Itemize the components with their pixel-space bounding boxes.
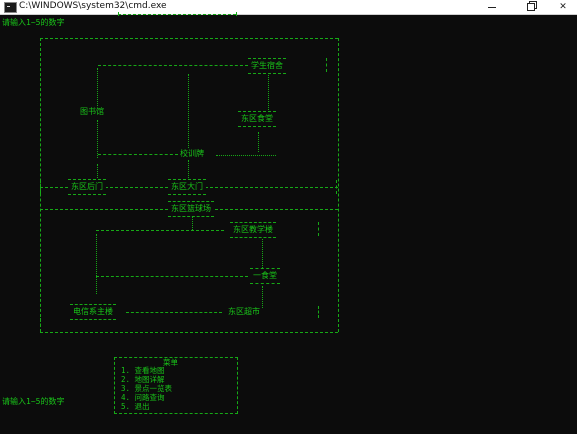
console-area[interactable]: 请输入1~5的数字 学生宿舍 图书馆 东区食堂 校训牌 东区后门 东区大门 东区… (0, 12, 577, 434)
path-teaching-left (96, 230, 224, 231)
path-dorm-right (326, 58, 327, 72)
frame-left-bottom-tick (40, 318, 41, 332)
path-dorm-canteen (268, 72, 269, 112)
path-canteen-down (258, 132, 259, 152)
window-title: C:\WINDOWS\system32\cmd.exe (19, 1, 167, 11)
menu-item-1: 1. 查看地图 (121, 366, 165, 375)
map-node-east-market: 东区超市 (226, 307, 262, 317)
menu-item-5: 5. 退出 (121, 402, 150, 411)
map-node-east-back-gate: 东区后门 (68, 179, 106, 195)
path-left-upper (97, 68, 98, 110)
close-button[interactable] (549, 0, 577, 14)
path-motto-left (98, 154, 178, 155)
menu-item-2: 2. 地图详解 (121, 375, 165, 384)
gate-row-left-tick (40, 180, 41, 194)
map-frame-top (40, 38, 338, 39)
path-canteen-row (96, 276, 248, 277)
top-box-left (118, 12, 119, 16)
top-box-right (236, 12, 237, 16)
map-frame-right (338, 38, 339, 332)
path-dorm-top (98, 65, 248, 66)
map-node-east-court: 东区篮球场 (168, 201, 214, 217)
path-market-right (318, 306, 319, 318)
path-canteen-market (262, 286, 263, 308)
window-titlebar[interactable]: C:\WINDOWS\system32\cmd.exe (0, 0, 577, 15)
gate-row-right-tick (336, 180, 337, 194)
path-teaching-right (318, 222, 319, 236)
path-telecom-market (126, 312, 222, 313)
map-node-canteen-one: 一食堂 (250, 268, 280, 284)
prompt-text-top: 请输入1~5的数字 (2, 18, 65, 27)
map-node-library: 图书馆 (78, 107, 106, 117)
menu-item-4: 4. 问路查询 (121, 393, 165, 402)
prompt-text-bottom: 请输入1~5的数字 (2, 397, 65, 406)
map-node-east-teaching: 东区教学楼 (230, 222, 276, 238)
menu-title: 菜单 (163, 358, 178, 367)
map-node-school-motto: 校训牌 (178, 149, 206, 159)
path-lower-left (96, 234, 97, 294)
menu-box: 菜单 1. 查看地图 2. 地图详解 3. 景点一览表 4. 问路查询 5. 退… (114, 357, 238, 414)
top-box-line (118, 14, 236, 15)
minimize-button[interactable] (478, 0, 506, 14)
path-left-lower (97, 120, 98, 158)
path-center (188, 74, 189, 154)
map-node-dorm: 学生宿舍 (248, 58, 286, 74)
map-node-telecom-building: 电信系主楼 (70, 304, 116, 320)
map-frame-bottom (40, 332, 338, 333)
menu-item-3: 3. 景点一览表 (121, 384, 173, 393)
map-node-east-canteen: 东区食堂 (238, 111, 276, 127)
maximize-button[interactable] (517, 0, 545, 14)
cmd-app-icon (4, 2, 17, 13)
map-node-east-gate: 东区大门 (168, 179, 206, 195)
path-motto-right (216, 155, 276, 156)
